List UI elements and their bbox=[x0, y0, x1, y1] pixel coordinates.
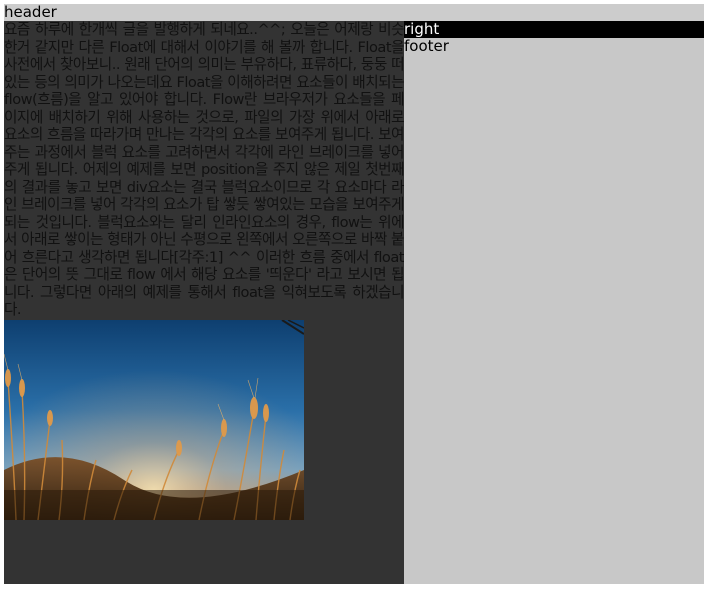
page: header 요즘 하루에 한개씩 글을 발행하게 되네요..^^; 오늘은 어… bbox=[4, 4, 704, 584]
right-column: right footer bbox=[404, 21, 704, 584]
footer-label: footer bbox=[404, 37, 449, 55]
content-column: 요즘 하루에 한개씩 글을 발행하게 되네요..^^; 오늘은 어제랑 비슷한거… bbox=[4, 21, 404, 584]
wheat-field-photo bbox=[4, 319, 304, 520]
article-text: 요즘 하루에 한개씩 글을 발행하게 되네요..^^; 오늘은 어제랑 비슷한거… bbox=[4, 21, 404, 318]
header: header bbox=[4, 4, 704, 21]
right-label: right bbox=[404, 21, 704, 38]
header-label: header bbox=[4, 3, 57, 21]
